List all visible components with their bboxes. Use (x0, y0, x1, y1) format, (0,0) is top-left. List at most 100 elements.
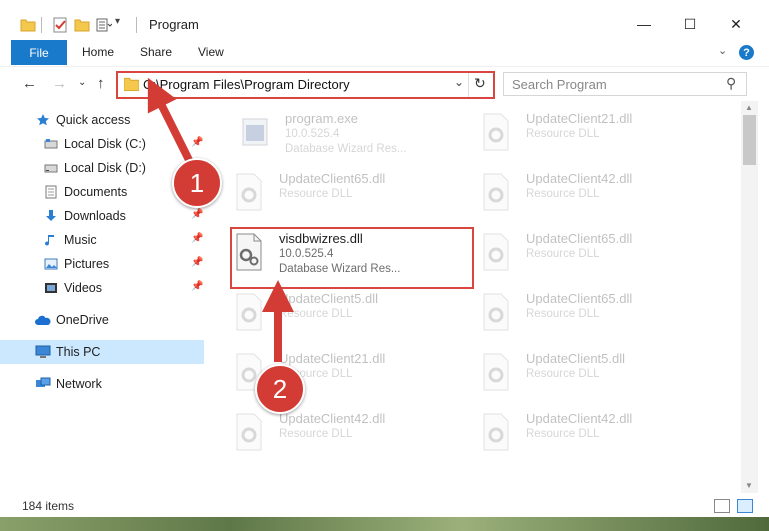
recent-locations-icon[interactable]: ⌄ (78, 77, 86, 88)
refresh-icon[interactable]: ↻ (474, 75, 486, 92)
sidebar-item-local-disk-c[interactable]: Local Disk (C:) 📌 (0, 132, 204, 156)
downloads-icon (46, 210, 56, 221)
collapse-ribbon-icon[interactable]: ⌄ (718, 44, 727, 57)
file-item[interactable]: UpdateClient42.dll Resource DLL (234, 411, 464, 467)
sidebar-item-label: Network (56, 377, 102, 391)
tab-home[interactable]: Home (82, 45, 114, 59)
executable-icon (242, 118, 268, 146)
pin-icon: 📌 (191, 209, 204, 220)
documents-icon (45, 185, 57, 199)
file-description: Database Wizard Res... (285, 143, 407, 155)
sidebar-item-videos[interactable]: Videos 📌 (0, 276, 204, 300)
file-item-program-exe[interactable]: program.exe 10.0.525.4 Database Wizard R… (240, 111, 470, 167)
scroll-up-icon[interactable]: ▲ (745, 103, 753, 112)
tab-file[interactable]: File (11, 40, 67, 65)
tab-share[interactable]: Share (140, 45, 172, 59)
file-type: Resource DLL (279, 188, 353, 200)
large-icons-view-icon[interactable] (737, 499, 753, 513)
file-type: Resource DLL (526, 128, 600, 140)
file-item[interactable]: UpdateClient42.dll Resource DLL (481, 411, 711, 467)
file-name: UpdateClient21.dll (279, 351, 386, 366)
file-name: UpdateClient42.dll (526, 411, 633, 426)
details-view-icon[interactable] (714, 499, 730, 513)
sidebar-item-downloads[interactable]: Downloads 📌 (0, 204, 204, 228)
pin-icon: 📌 (191, 257, 204, 268)
search-icon[interactable]: ⚲ (726, 75, 736, 92)
customize-toolbar-icon[interactable] (96, 17, 112, 33)
drive-icon (44, 139, 58, 149)
sidebar-item-onedrive[interactable]: OneDrive (0, 308, 204, 332)
file-type: Resource DLL (526, 188, 600, 200)
dll-gear-icon (483, 353, 509, 391)
sidebar-item-music[interactable]: Music 📌 (0, 228, 204, 252)
file-item[interactable]: UpdateClient5.dll Resource DLL (481, 351, 711, 407)
separator (41, 17, 42, 33)
separator (468, 73, 469, 97)
scroll-down-icon[interactable]: ▼ (745, 481, 753, 490)
sidebar-item-quick-access[interactable]: Quick access (0, 108, 204, 132)
sidebar-item-label: Documents (64, 185, 128, 199)
dll-gear-icon (483, 173, 509, 211)
ribbon-tabs: File Home Share View ⌄ ? (0, 40, 769, 65)
this-pc-icon (35, 345, 51, 358)
address-path: C:\Program Files\Program Directory (143, 77, 350, 92)
vertical-scrollbar[interactable]: ▲ ▼ (741, 101, 758, 493)
window-title: Program (149, 17, 199, 32)
explorer-window: ▾ Program — ☐ ✕ File Home Share View ⌄ ?… (0, 0, 769, 517)
sidebar-item-label: Local Disk (C:) (64, 137, 146, 151)
back-arrow-icon[interactable]: ← (22, 75, 37, 92)
file-type: Resource DLL (526, 308, 600, 320)
file-version: 10.0.525.4 (285, 128, 340, 140)
minimize-button[interactable]: — (621, 9, 667, 39)
file-item[interactable]: UpdateClient21.dll Resource DLL (481, 111, 711, 167)
sidebar-item-network[interactable]: Network (0, 372, 204, 396)
up-arrow-icon[interactable]: ↑ (97, 75, 105, 92)
dll-gear-icon (236, 413, 262, 451)
file-name: program.exe (285, 111, 358, 126)
network-icon (36, 377, 51, 387)
file-type: Resource DLL (526, 368, 600, 380)
sidebar-item-label: This PC (56, 345, 101, 359)
sidebar-item-label: Quick access (56, 113, 131, 127)
callout-badge-2: 2 (255, 364, 305, 414)
help-icon[interactable]: ? (739, 45, 754, 60)
pin-icon: 📌 (191, 137, 204, 148)
file-item[interactable]: UpdateClient5.dll Resource DLL (234, 291, 464, 347)
music-icon (45, 235, 54, 246)
quick-access-dropdown-icon[interactable]: ▾ (115, 16, 120, 27)
desktop-background (0, 517, 769, 531)
file-name: UpdateClient42.dll (279, 411, 386, 426)
separator (136, 17, 137, 33)
highlight-box (230, 227, 474, 289)
folder-icon (20, 19, 36, 32)
dll-gear-icon (236, 173, 262, 211)
file-item[interactable]: UpdateClient65.dll Resource DLL (481, 231, 711, 287)
file-item[interactable]: UpdateClient65.dll Resource DLL (481, 291, 711, 347)
file-name: UpdateClient65.dll (526, 291, 633, 306)
scroll-thumb[interactable] (743, 115, 756, 165)
file-type: Resource DLL (279, 308, 353, 320)
file-name: UpdateClient5.dll (526, 351, 626, 366)
pin-icon: 📌 (191, 233, 204, 244)
pin-icon: 📌 (191, 281, 204, 292)
onedrive-icon (35, 315, 51, 325)
file-item[interactable]: UpdateClient42.dll Resource DLL (481, 171, 711, 227)
maximize-button[interactable]: ☐ (667, 9, 713, 39)
search-input[interactable]: Search Program ⚲ (503, 72, 747, 96)
forward-arrow-icon[interactable]: → (52, 75, 67, 92)
file-name: UpdateClient21.dll (526, 111, 633, 126)
dll-gear-icon (483, 233, 509, 271)
file-item[interactable]: UpdateClient65.dll Resource DLL (234, 171, 464, 227)
callout-badge-1: 1 (172, 158, 222, 208)
drive-icon (44, 164, 58, 173)
dll-gear-icon (236, 293, 262, 331)
sidebar-item-pictures[interactable]: Pictures 📌 (0, 252, 204, 276)
tab-view[interactable]: View (198, 45, 224, 59)
properties-icon[interactable] (52, 17, 68, 33)
sidebar-item-this-pc[interactable]: This PC (0, 340, 204, 364)
address-bar[interactable]: C:\Program Files\Program Directory ⌄ ↻ (116, 71, 495, 99)
new-folder-icon[interactable] (74, 17, 90, 33)
address-dropdown-icon[interactable]: ⌄ (454, 75, 464, 89)
search-placeholder: Search Program (512, 77, 607, 92)
close-button[interactable]: ✕ (713, 9, 759, 39)
